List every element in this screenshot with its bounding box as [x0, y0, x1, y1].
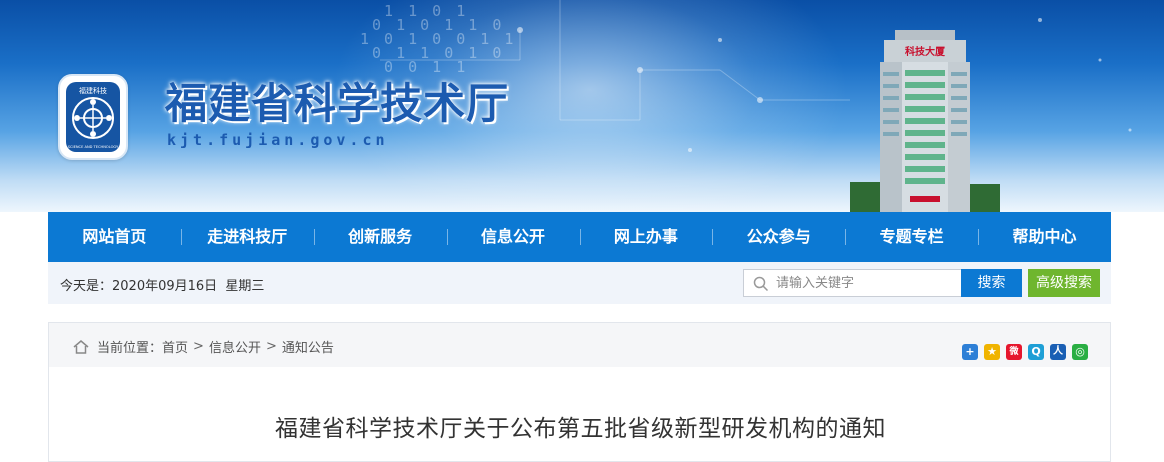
nav-item-help-center[interactable]: 帮助中心 [978, 212, 1111, 262]
site-logo[interactable]: 福建科技 SCIENCE AND TECHNOLOGY [58, 74, 128, 160]
nav-item-public-participation[interactable]: 公众参与 [712, 212, 845, 262]
nav-item-innovation-services[interactable]: 创新服务 [313, 212, 447, 262]
breadcrumb: 当前位置： 首页 > 信息公开 > 通知公告 [73, 337, 334, 356]
current-date: 今天是：2020年09月16日 星期三 [60, 279, 265, 294]
breadcrumb-home-link[interactable]: 首页 [162, 337, 188, 356]
nav-item-info-disclosure[interactable]: 信息公开 [446, 212, 580, 262]
breadcrumb-separator: > [193, 339, 204, 354]
share-tencent-icon[interactable]: Q [1028, 344, 1044, 360]
search-icon [753, 276, 769, 292]
article-title: 福建省科学技术厅关于公布第五批省级新型研发机构的通知 [275, 416, 886, 442]
search-button[interactable]: 搜索 [961, 269, 1022, 297]
share-toolbar: + ★ 微 Q 人 ◎ [962, 344, 1088, 360]
svg-text:SCIENCE AND TECHNOLOGY: SCIENCE AND TECHNOLOGY [68, 145, 119, 149]
breadcrumb-prefix: 当前位置： [97, 341, 163, 356]
site-url: kjt.fujian.gov.cn [167, 131, 389, 149]
content-panel: 当前位置： 首页 > 信息公开 > 通知公告 + ★ 微 Q 人 ◎ 福建省科学… [48, 322, 1111, 462]
header-banner: 1 1 0 1 0 1 0 1 1 0 1 0 1 0 0 1 1 0 1 1 … [0, 0, 1164, 212]
main-nav: 网站首页 走进科技厅 创新服务 信息公开 网上办事 公众参与 专题专栏 帮助中心 [48, 212, 1111, 262]
home-icon [73, 339, 89, 354]
building-image: 科技大厦 [850, 30, 1000, 212]
svg-text:福建科技: 福建科技 [79, 86, 107, 95]
nav-item-home[interactable]: 网站首页 [48, 212, 181, 262]
logo-emblem-icon: 福建科技 SCIENCE AND TECHNOLOGY [68, 86, 119, 149]
info-bar: 今天是：2020年09月16日 星期三 搜索 高级搜索 [48, 262, 1111, 304]
breadcrumb-notice-link[interactable]: 通知公告 [282, 337, 334, 356]
share-wechat-icon[interactable]: ◎ [1072, 344, 1088, 360]
share-plus-icon[interactable]: + [962, 344, 978, 360]
logo-emblem: 福建科技 SCIENCE AND TECHNOLOGY [66, 82, 120, 152]
share-qzone-icon[interactable]: ★ [984, 344, 1000, 360]
share-renren-icon[interactable]: 人 [1050, 344, 1066, 360]
breadcrumb-separator: > [265, 339, 277, 354]
svg-text:科技大厦: 科技大厦 [905, 45, 946, 58]
breadcrumb-info-link[interactable]: 信息公开 [209, 337, 261, 356]
site-title[interactable]: 福建省科学技术厅 [165, 70, 509, 131]
nav-item-about[interactable]: 走进科技厅 [180, 212, 314, 262]
share-weibo-icon[interactable]: 微 [1006, 344, 1022, 360]
advanced-search-button[interactable]: 高级搜索 [1028, 269, 1100, 297]
breadcrumb-bar: 当前位置： 首页 > 信息公开 > 通知公告 + ★ 微 Q 人 ◎ [49, 323, 1110, 367]
nav-item-special-topics[interactable]: 专题专栏 [845, 212, 978, 262]
nav-item-online-services[interactable]: 网上办事 [579, 212, 713, 262]
